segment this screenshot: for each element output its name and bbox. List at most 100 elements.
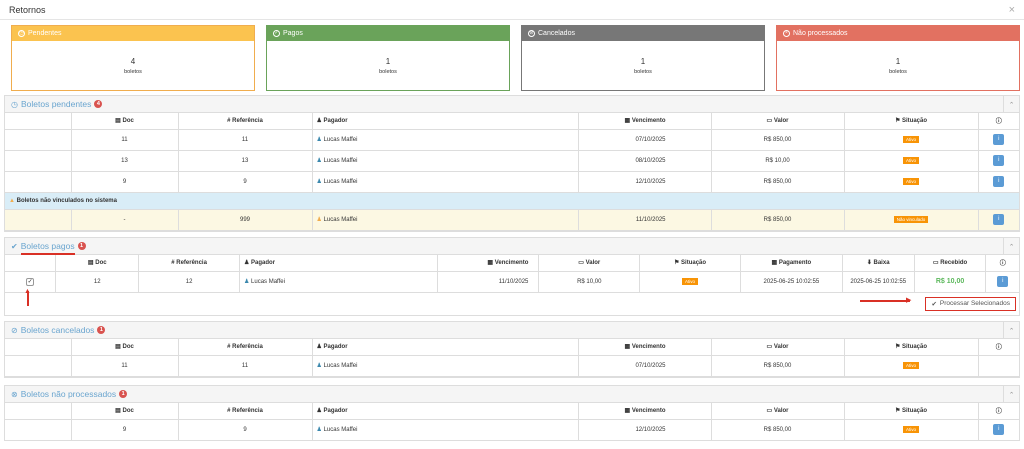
processar-selecionados-button[interactable]: ✔ Processar Selecionados bbox=[925, 296, 1016, 311]
card-unit: boletos bbox=[889, 68, 907, 75]
info-header-icon: ⓘ bbox=[978, 403, 1019, 420]
card-count: 1 bbox=[385, 56, 391, 66]
collapse-icon[interactable]: ⌃ bbox=[1003, 322, 1019, 339]
info-button[interactable]: i bbox=[993, 155, 1005, 166]
info-button[interactable]: i bbox=[993, 176, 1005, 187]
card-label: Não processados bbox=[793, 30, 848, 37]
status-badge: Ativo bbox=[902, 156, 919, 164]
ban-icon: ⊘ bbox=[528, 30, 535, 37]
arrow-right-icon: ▶ bbox=[906, 297, 912, 304]
col-valor: ▭ Valor bbox=[711, 113, 845, 130]
collapse-icon[interactable]: ⌃ bbox=[1003, 386, 1019, 403]
table-row: 9 9 ♟ Lucas Maffei 12/10/2025 R$ 850,00 Ativo… bbox=[5, 419, 1019, 441]
panel-pendentes: ◷ Boletos pendentes 4 ⌃ ▤ Doc # Referência ♟ … bbox=[4, 95, 1020, 232]
info-button[interactable]: i bbox=[993, 424, 1005, 435]
card-count: 1 bbox=[640, 56, 646, 66]
status-badge: Ativo bbox=[902, 135, 919, 143]
info-button[interactable]: i bbox=[993, 134, 1005, 145]
panel-cancelados: ⊘ Boletos cancelados 1 ⌃ ▤ Doc # Referência ♟… bbox=[4, 321, 1020, 378]
col-doc: ▤ Doc bbox=[71, 113, 179, 130]
table-row: 11 11 ♟ Lucas Maffei 07/10/2025 R$ 850,00 Ati… bbox=[5, 355, 1019, 377]
user-icon: ♟ bbox=[316, 363, 322, 369]
user-icon: ♟ bbox=[316, 179, 322, 185]
card-cancelados[interactable]: ⊘ Cancelados 1 boletos bbox=[521, 25, 765, 91]
arrow-up-icon: ▲ bbox=[24, 288, 31, 295]
card-pendentes[interactable]: ◷ Pendentes 4 boletos bbox=[11, 25, 255, 91]
col-recebido: ▭ Recebido bbox=[914, 255, 987, 272]
info-header-icon: ⓘ bbox=[978, 339, 1019, 356]
collapse-icon[interactable]: ⌃ bbox=[1003, 238, 1019, 255]
col-situacao: ⚑ Situação bbox=[844, 113, 979, 130]
count-badge: 4 bbox=[94, 100, 103, 108]
card-unit: boletos bbox=[634, 68, 652, 75]
close-icon[interactable]: × bbox=[1009, 4, 1015, 16]
count-badge: 1 bbox=[97, 326, 106, 334]
annotation-underline bbox=[21, 253, 75, 255]
check-circle-icon: ✔ bbox=[11, 241, 18, 251]
col-pagador: ♟ Pagador bbox=[312, 113, 579, 130]
x-circle-icon: × bbox=[783, 30, 790, 37]
card-unit: boletos bbox=[379, 68, 397, 75]
card-nao-processados[interactable]: × Não processados 1 boletos bbox=[776, 25, 1020, 91]
user-icon: ♟ bbox=[316, 427, 322, 433]
card-unit: boletos bbox=[124, 68, 142, 75]
panel-title: Boletos não processados bbox=[20, 389, 117, 399]
table-row: 11 11 ♟ Lucas Maffei 07/10/2025 R$ 850,00 Ati… bbox=[5, 129, 1019, 151]
collapse-icon[interactable]: ⌃ bbox=[1003, 96, 1019, 113]
table-row: 9 9 ♟ Lucas Maffei 12/10/2025 R$ 850,00 Ativo… bbox=[5, 171, 1019, 193]
x-circle-icon: ⊗ bbox=[11, 389, 18, 399]
col-valor: ▭ Valor bbox=[538, 255, 641, 272]
summary-cards: ◷ Pendentes 4 boletos ✓ Pagos 1 boletos ⊘ Can… bbox=[11, 25, 1020, 91]
col-referencia: # Referência bbox=[138, 255, 240, 272]
col-situacao: ⚑ Situação bbox=[639, 255, 741, 272]
check-icon: ✔ bbox=[931, 300, 937, 308]
recebido-value: R$ 10,00 bbox=[935, 278, 965, 285]
pendentes-table: ▤ Doc # Referência ♟ Pagador ▦ Vencimento ▭ … bbox=[5, 113, 1019, 231]
status-badge: Ativo bbox=[902, 177, 919, 185]
pagos-table: ▤ Doc # Referência ♟ Pagador ▦ Vencimento ▭ … bbox=[5, 255, 1019, 293]
col-vencimento: ▦ Vencimento bbox=[578, 113, 712, 130]
status-badge: Ativo bbox=[902, 425, 919, 433]
card-label: Pagos bbox=[283, 30, 303, 37]
row-checkbox[interactable]: ✓ bbox=[26, 277, 35, 286]
col-baixa: ⬇ Baixa bbox=[842, 255, 915, 272]
status-badge: Não vinculado bbox=[893, 215, 929, 223]
card-count: 1 bbox=[895, 56, 901, 66]
warning-icon: ▲ bbox=[9, 197, 15, 204]
table-row: ✓ 12 12 ♟ Lucas Maffei 11/10/2025 R$ 10,00 Ati… bbox=[5, 271, 1019, 293]
table-row: -999 ♟ Lucas Maffei 11/10/2025 R$ 850,00 Não… bbox=[5, 209, 1019, 231]
user-icon: ♟ bbox=[243, 279, 250, 285]
window-header: Retornos × bbox=[0, 0, 1024, 20]
panel-title: Boletos cancelados bbox=[20, 325, 95, 335]
count-badge: 1 bbox=[77, 242, 86, 250]
info-button[interactable]: i bbox=[993, 214, 1005, 225]
panel-nao-processados: ⊗ Boletos não processados 1 ⌃ ▤ Doc # Referê… bbox=[4, 385, 1020, 441]
info-header-icon: ⓘ bbox=[985, 255, 1019, 272]
annotation-arrow-right bbox=[860, 300, 910, 302]
card-header: ✓ Pagos bbox=[267, 26, 509, 41]
card-count: 4 bbox=[130, 56, 136, 66]
card-label: Cancelados bbox=[538, 30, 575, 37]
col-pagamento: ▦ Pagamento bbox=[740, 255, 843, 272]
card-header: × Não processados bbox=[777, 26, 1019, 41]
window-title: Retornos bbox=[9, 4, 46, 15]
panel-title: Boletos pendentes bbox=[20, 99, 92, 109]
info-button[interactable]: i bbox=[997, 276, 1009, 287]
card-pagos[interactable]: ✓ Pagos 1 boletos bbox=[266, 25, 510, 91]
unlinked-subheader: ▲ Boletos não vinculados no sistema bbox=[5, 192, 1019, 210]
clock-icon: ◷ bbox=[11, 99, 18, 109]
count-badge: 1 bbox=[119, 390, 128, 398]
panel-pagos: ✔ Boletos pagos 1 ⌃ ▤ Doc # Referência ♟ Paga… bbox=[4, 237, 1020, 316]
status-badge: Ativo bbox=[902, 361, 919, 369]
cancelados-table: ▤ Doc # Referência ♟ Pagador ▦ Vencimento ▭ … bbox=[5, 339, 1019, 377]
col-doc: ▤ Doc bbox=[55, 255, 140, 272]
user-icon: ♟ bbox=[316, 217, 322, 223]
ban-icon: ⊘ bbox=[11, 325, 18, 335]
actions-row: ✔ Processar Selecionados bbox=[5, 293, 1019, 312]
check-icon: ✓ bbox=[273, 30, 280, 37]
card-header: ⊘ Cancelados bbox=[522, 26, 764, 41]
card-header: ◷ Pendentes bbox=[12, 26, 254, 41]
table-row: 13 13 ♟ Lucas Maffei 08/10/2025 R$ 10,00 Ativ… bbox=[5, 150, 1019, 172]
col-referencia: # Referência bbox=[178, 113, 313, 130]
nao-processados-table: ▤ Doc # Referência ♟ Pagador ▦ Vencimento ▭ … bbox=[5, 403, 1019, 441]
